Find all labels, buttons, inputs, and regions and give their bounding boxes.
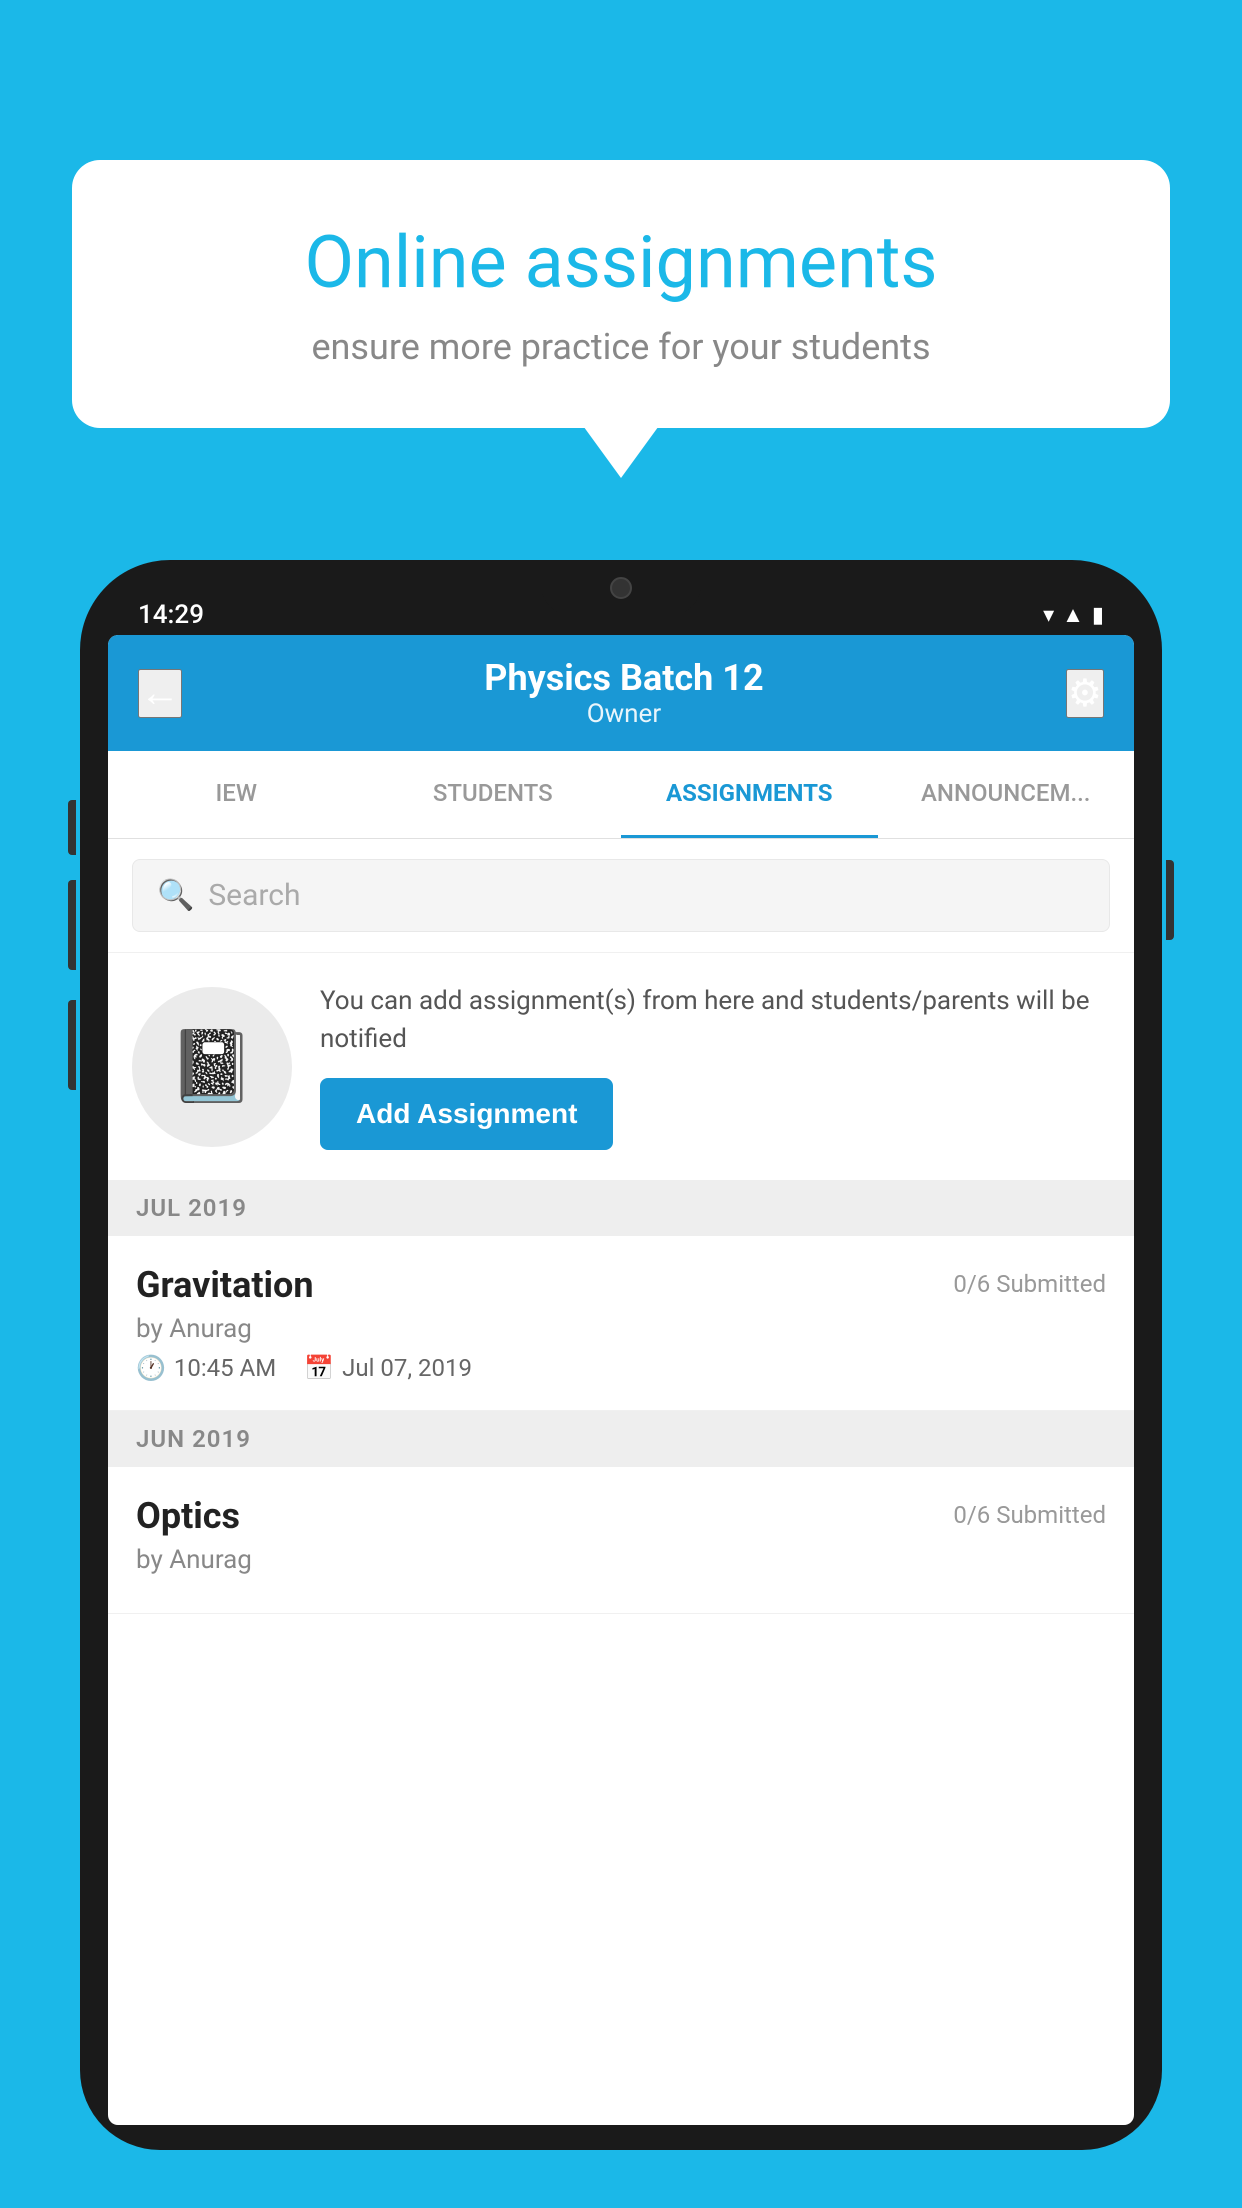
speech-bubble: Online assignments ensure more practice …: [72, 160, 1170, 428]
silent-button: [68, 1000, 76, 1090]
phone-container: 14:29 ▾ ▲ ▮ ← Physics Batch 12 Owner ⚙: [80, 560, 1162, 2208]
batch-title: Physics Batch 12: [484, 657, 763, 699]
app-header: ← Physics Batch 12 Owner ⚙: [108, 635, 1134, 751]
header-center: Physics Batch 12 Owner: [484, 657, 763, 729]
phone-outer: 14:29 ▾ ▲ ▮ ← Physics Batch 12 Owner ⚙: [80, 560, 1162, 2150]
tab-announcements[interactable]: ANNOUNCEM...: [878, 751, 1135, 838]
assignment-submitted-optics: 0/6 Submitted: [953, 1501, 1106, 1529]
tab-assignments[interactable]: ASSIGNMENTS: [621, 751, 878, 838]
tab-students[interactable]: STUDENTS: [365, 751, 622, 838]
assignment-row-top: Gravitation 0/6 Submitted: [136, 1264, 1106, 1306]
promo-section: 📓 You can add assignment(s) from here an…: [108, 952, 1134, 1180]
section-header-jul-text: JUL 2019: [136, 1194, 247, 1222]
volume-up-button: [68, 800, 76, 855]
search-container: 🔍 Search: [108, 839, 1134, 952]
search-box[interactable]: 🔍 Search: [132, 859, 1110, 932]
speech-bubble-container: Online assignments ensure more practice …: [72, 160, 1170, 428]
assignment-item-gravitation[interactable]: Gravitation 0/6 Submitted by Anurag 🕐 10…: [108, 1236, 1134, 1411]
assignment-meta-gravitation: 🕐 10:45 AM 📅 Jul 07, 2019: [136, 1354, 1106, 1382]
status-icons: ▾ ▲ ▮: [1043, 602, 1104, 628]
phone-notch: [541, 560, 701, 615]
back-button[interactable]: ←: [138, 669, 182, 718]
phone-screen: ← Physics Batch 12 Owner ⚙ IEW STUDENTS …: [108, 635, 1134, 2125]
volume-down-button: [68, 880, 76, 970]
section-header-jun-text: JUN 2019: [136, 1425, 251, 1453]
promo-description: You can add assignment(s) from here and …: [320, 983, 1110, 1058]
speech-bubble-title: Online assignments: [142, 220, 1100, 306]
add-assignment-button[interactable]: Add Assignment: [320, 1078, 613, 1150]
wifi-icon: ▾: [1043, 603, 1054, 628]
power-button: [1166, 860, 1174, 940]
signal-icon: ▲: [1062, 602, 1084, 628]
assignment-date-gravitation: 📅 Jul 07, 2019: [304, 1354, 472, 1382]
batch-subtitle: Owner: [484, 699, 763, 729]
clock-icon: 🕐: [136, 1354, 166, 1382]
search-icon: 🔍: [157, 878, 194, 913]
section-header-jun: JUN 2019: [108, 1411, 1134, 1467]
phone-time: 14:29: [138, 600, 204, 630]
status-bar: 14:29 ▾ ▲ ▮: [108, 590, 1134, 635]
assignment-by-optics: by Anurag: [136, 1545, 1106, 1575]
section-header-jul: JUL 2019: [108, 1180, 1134, 1236]
tab-iew[interactable]: IEW: [108, 751, 365, 838]
assignment-item-optics[interactable]: Optics 0/6 Submitted by Anurag: [108, 1467, 1134, 1614]
settings-button[interactable]: ⚙: [1066, 669, 1104, 718]
assignment-time-gravitation: 🕐 10:45 AM: [136, 1354, 276, 1382]
date-value-gravitation: Jul 07, 2019: [342, 1354, 472, 1382]
assignment-name-optics: Optics: [136, 1495, 240, 1537]
battery-icon: ▮: [1092, 603, 1104, 628]
assignment-submitted-gravitation: 0/6 Submitted: [953, 1270, 1106, 1298]
speech-bubble-subtitle: ensure more practice for your students: [142, 326, 1100, 368]
search-placeholder: Search: [208, 878, 300, 913]
camera: [610, 577, 632, 599]
calendar-icon: 📅: [304, 1354, 334, 1382]
notebook-icon: 📓: [168, 1026, 255, 1108]
assignment-row-top-optics: Optics 0/6 Submitted: [136, 1495, 1106, 1537]
time-value-gravitation: 10:45 AM: [174, 1354, 276, 1382]
promo-text-section: You can add assignment(s) from here and …: [320, 983, 1110, 1150]
assignment-by-gravitation: by Anurag: [136, 1314, 1106, 1344]
assignment-name-gravitation: Gravitation: [136, 1264, 314, 1306]
tabs-container: IEW STUDENTS ASSIGNMENTS ANNOUNCEM...: [108, 751, 1134, 839]
promo-icon-circle: 📓: [132, 987, 292, 1147]
